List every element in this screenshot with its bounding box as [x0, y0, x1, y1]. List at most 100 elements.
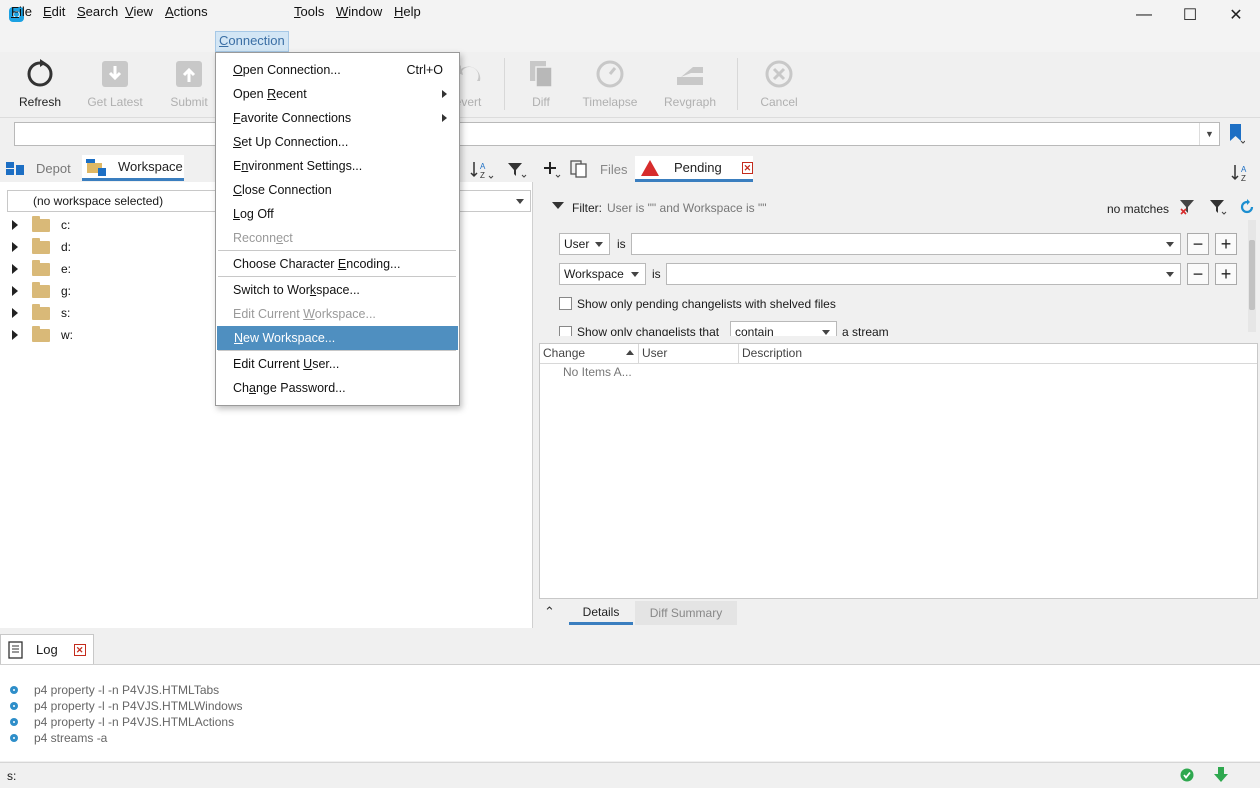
add-filter-button[interactable]: + — [1215, 233, 1237, 255]
timelapse-button[interactable]: Timelapse — [576, 52, 644, 116]
menu-item-change-password[interactable]: Change Password... — [216, 376, 459, 400]
tree-item-drive[interactable]: w: — [12, 324, 73, 346]
menu-help[interactable]: Help — [391, 2, 424, 21]
address-field[interactable] — [14, 122, 1220, 146]
column-header-description[interactable]: Description — [739, 344, 1257, 363]
clear-filter-icon[interactable] — [1178, 198, 1196, 216]
log-line: p4 streams -a — [10, 730, 107, 746]
download-icon — [100, 59, 130, 89]
diff-button[interactable]: Diff — [507, 52, 575, 116]
expand-arrow-icon — [12, 330, 18, 340]
column-header-user[interactable]: User — [639, 344, 739, 363]
filter-value-input[interactable] — [666, 263, 1181, 285]
menu-item-favorite-connections[interactable]: Favorite Connections — [216, 106, 459, 130]
remove-filter-button[interactable]: − — [1187, 263, 1209, 285]
tab-diff-summary[interactable]: Diff Summary — [635, 601, 737, 625]
menu-item-close-connection[interactable]: Close Connection — [216, 178, 459, 202]
address-dropdown-icon[interactable]: ▼ — [1199, 123, 1219, 145]
info-icon — [10, 686, 18, 694]
menu-item-choose-encoding[interactable]: Choose Character Encoding... — [216, 252, 459, 276]
menu-file[interactable]: File — [8, 2, 35, 21]
refresh-filter-icon[interactable] — [1239, 199, 1255, 215]
filter-field-select[interactable]: Workspace — [559, 263, 646, 285]
menu-item-open-recent[interactable]: Open Recent — [216, 82, 459, 106]
chevron-down-icon — [595, 241, 603, 247]
menu-search[interactable]: Search — [74, 2, 121, 21]
filter-icon[interactable] — [1208, 198, 1228, 216]
menu-separator — [218, 350, 456, 351]
add-tab-icon[interactable] — [542, 159, 564, 179]
filter-operator: is — [652, 267, 661, 281]
status-text: s: — [7, 769, 17, 783]
tab-pending[interactable]: Pending ✕ — [635, 156, 753, 182]
filter-icon[interactable] — [506, 160, 528, 180]
expand-arrow-icon — [12, 264, 18, 274]
tab-workspace[interactable]: Workspace — [82, 155, 184, 181]
clock-icon — [595, 59, 625, 89]
tab-files[interactable]: Files — [570, 156, 630, 182]
filter-field-value: User — [564, 237, 590, 251]
tree-item-drive[interactable]: s: — [12, 302, 70, 324]
close-window-button[interactable]: ✕ — [1213, 0, 1259, 30]
info-icon — [10, 718, 18, 726]
tab-details[interactable]: Details — [569, 601, 633, 625]
warning-icon — [640, 159, 660, 177]
bookmark-icon[interactable] — [1229, 124, 1246, 144]
drive-label: s: — [61, 306, 71, 320]
shortcut-label: Ctrl+O — [406, 63, 443, 77]
menu-tools[interactable]: Tools — [291, 2, 327, 21]
filter-value-input[interactable] — [631, 233, 1181, 255]
menu-item-open-connection[interactable]: Open Connection... Ctrl+O — [216, 58, 459, 82]
add-filter-button[interactable]: + — [1215, 263, 1237, 285]
collapse-filter-icon[interactable] — [552, 202, 564, 209]
svg-text:A: A — [1241, 165, 1247, 174]
menu-actions[interactable]: Actions — [162, 2, 211, 21]
tree-item-drive[interactable]: e: — [12, 258, 71, 280]
get-latest-button[interactable]: Get Latest — [81, 52, 149, 116]
tab-log-label: Log — [36, 642, 58, 657]
folder-icon — [32, 303, 50, 320]
menu-edit[interactable]: Edit — [40, 2, 68, 21]
cancel-button[interactable]: Cancel — [745, 52, 813, 116]
close-tab-icon[interactable]: ✕ — [73, 643, 86, 656]
expand-up-icon[interactable]: ⌃ — [544, 604, 555, 620]
sort-icon[interactable]: AZ — [1231, 163, 1255, 183]
column-header-change[interactable]: Change — [540, 344, 639, 363]
revgraph-button[interactable]: Revgraph — [656, 52, 724, 116]
menu-item-switch-workspace[interactable]: Switch to Workspace... — [216, 278, 459, 302]
shelved-checkbox[interactable] — [559, 297, 572, 310]
menu-view[interactable]: View — [122, 2, 156, 21]
filter-scrollbar[interactable] — [1248, 220, 1256, 332]
menu-window[interactable]: Window — [333, 2, 385, 21]
tree-item-drive[interactable]: c: — [12, 214, 70, 236]
log-tab-bar — [0, 633, 1260, 665]
remove-filter-button[interactable]: − — [1187, 233, 1209, 255]
minimize-button[interactable]: — — [1121, 0, 1167, 30]
refresh-button[interactable]: Refresh — [6, 52, 74, 116]
sort-icon[interactable]: AZ — [470, 160, 498, 180]
drive-label: e: — [61, 262, 72, 276]
tree-item-drive[interactable]: d: — [12, 236, 71, 258]
tab-log[interactable]: Log ✕ — [0, 634, 94, 664]
stream-op-select[interactable]: contain — [730, 321, 837, 336]
menu-item-log-off[interactable]: Log Off — [216, 202, 459, 226]
menu-item-set-up-connection[interactable]: Set Up Connection... — [216, 130, 459, 154]
stream-checkbox[interactable] — [559, 326, 572, 336]
tree-item-drive[interactable]: g: — [12, 280, 71, 302]
match-count: no matches — [1107, 202, 1170, 216]
scrollbar-thumb[interactable] — [1249, 240, 1255, 310]
chevron-down-icon — [516, 199, 524, 204]
menu-item-environment-settings[interactable]: Environment Settings... — [216, 154, 459, 178]
maximize-button[interactable]: ☐ — [1167, 0, 1213, 30]
menu-item-new-workspace[interactable]: New Workspace... — [217, 326, 458, 350]
tab-depot[interactable]: Depot — [6, 155, 78, 181]
menu-item-edit-current-user[interactable]: Edit Current User... — [216, 352, 459, 376]
drive-label: w: — [61, 328, 73, 342]
close-tab-icon[interactable]: ✕ — [741, 161, 753, 174]
drive-label: c: — [61, 218, 71, 232]
svg-text:A: A — [480, 162, 486, 171]
menu-connection[interactable]: Connection — [215, 31, 289, 52]
filter-label: Filter: — [572, 201, 602, 215]
filter-field-select[interactable]: User — [559, 233, 610, 255]
submit-button[interactable]: Submit — [155, 52, 223, 116]
